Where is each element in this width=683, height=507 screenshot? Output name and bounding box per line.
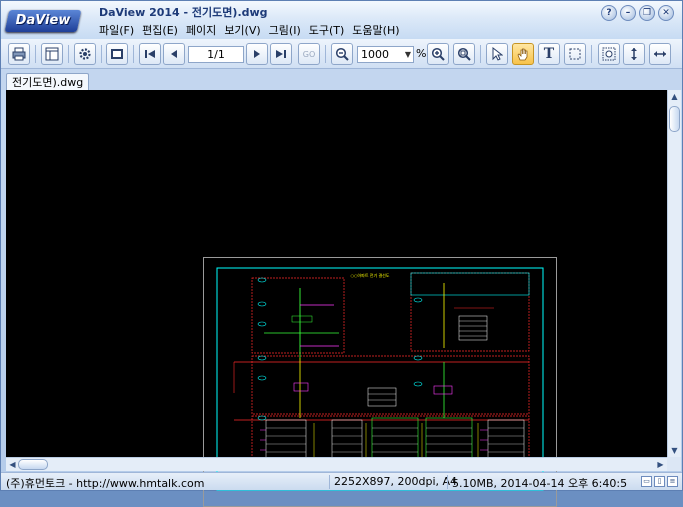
menu-page[interactable]: 페이지 [182, 22, 220, 38]
daview-window: DaView DaView 2014 - 전기도면).dwg 파일(F) 편집(… [0, 0, 683, 507]
zoom-in-icon[interactable] [427, 43, 449, 65]
last-page-icon[interactable] [270, 43, 292, 65]
select-pointer-icon[interactable] [486, 43, 508, 65]
zoom-unit: % [416, 47, 427, 60]
next-page-icon[interactable] [246, 43, 268, 65]
minimize-icon[interactable]: – [620, 5, 636, 21]
document-viewport[interactable]: ○○아파트 전기 결선도 ○○아파트 전기 결선도 [6, 90, 667, 507]
logo-text: DaView [15, 13, 71, 28]
previous-page-icon[interactable] [163, 43, 185, 65]
settings-gear-icon[interactable] [74, 43, 96, 65]
drawing-top-label: ○○아파트 전기 결선도 [351, 272, 390, 278]
menu-view[interactable]: 보기(V) [220, 22, 264, 38]
menu-bar: 파일(F) 편집(E) 페이지 보기(V) 그림(I) 도구(T) 도움말(H) [95, 22, 404, 38]
close-icon[interactable]: ✕ [658, 5, 674, 21]
title-bar: DaView DaView 2014 - 전기도면).dwg 파일(F) 편집(… [1, 1, 682, 39]
menu-edit[interactable]: 편집(E) [138, 22, 182, 38]
go-button[interactable]: GO [298, 43, 320, 65]
restore-icon[interactable]: ❐ [639, 5, 655, 21]
page-view-icon[interactable]: ▭ [641, 476, 652, 487]
menu-image[interactable]: 그림(I) [265, 22, 305, 38]
horizontal-scroll-thumb[interactable] [18, 459, 48, 470]
double-page-icon[interactable]: ▯ [654, 476, 665, 487]
continuous-view-icon[interactable]: ≡ [667, 476, 678, 487]
menu-help[interactable]: 도움말(H) [348, 22, 403, 38]
document-tab-strip: 전기도면).dwg [1, 69, 682, 91]
fit-width-icon[interactable] [649, 43, 671, 65]
company-info: (주)휴먼토크 - http://www.hmtalk.com [6, 477, 205, 490]
print-icon[interactable] [8, 43, 30, 65]
daview-logo: DaView [4, 10, 82, 32]
window-title: DaView 2014 - 전기도면).dwg [99, 6, 268, 19]
vertical-scroll-thumb[interactable] [669, 106, 680, 132]
file-info: 5.10MB, 2014-04-14 오후 6:40:5 [452, 477, 628, 490]
page-layout-icon[interactable] [41, 43, 63, 65]
first-page-icon[interactable] [139, 43, 161, 65]
scrollbar-corner [667, 457, 681, 471]
zoom-level-select[interactable]: 1000 ▼ [357, 46, 414, 63]
pan-hand-icon[interactable] [512, 43, 534, 65]
text-tool-icon[interactable]: T [538, 43, 560, 65]
marquee-select-icon[interactable] [564, 43, 586, 65]
scroll-down-icon[interactable]: ▼ [668, 444, 681, 457]
fit-height-icon[interactable] [623, 43, 645, 65]
tab-document[interactable]: 전기도면).dwg [6, 73, 90, 91]
vertical-scrollbar[interactable]: ▲ ▼ [667, 90, 681, 457]
status-bar: (주)휴먼토크 - http://www.hmtalk.com 2252X897… [1, 472, 682, 490]
scroll-up-icon[interactable]: ▲ [668, 90, 681, 103]
page-number-input[interactable]: 1/1 [188, 46, 244, 63]
zoom-value: 1000 [361, 48, 389, 61]
toolbar: 1/1 GO 1000 ▼ % T [1, 39, 682, 69]
help-circle-icon[interactable]: ? [601, 5, 617, 21]
window-controls: ? – ❐ ✕ [601, 5, 674, 21]
horizontal-scrollbar[interactable]: ◀ ▶ [6, 457, 667, 471]
zoom-out-icon[interactable] [331, 43, 353, 65]
menu-tools[interactable]: 도구(T) [305, 22, 349, 38]
chevron-down-icon: ▼ [404, 50, 411, 59]
fullscreen-icon[interactable] [106, 43, 128, 65]
fit-page-icon[interactable] [598, 43, 620, 65]
zoom-area-icon[interactable] [453, 43, 475, 65]
image-resolution: 2252X897, 200dpi, A4 [334, 475, 458, 488]
scroll-right-icon[interactable]: ▶ [654, 458, 667, 471]
menu-file[interactable]: 파일(F) [95, 22, 138, 38]
